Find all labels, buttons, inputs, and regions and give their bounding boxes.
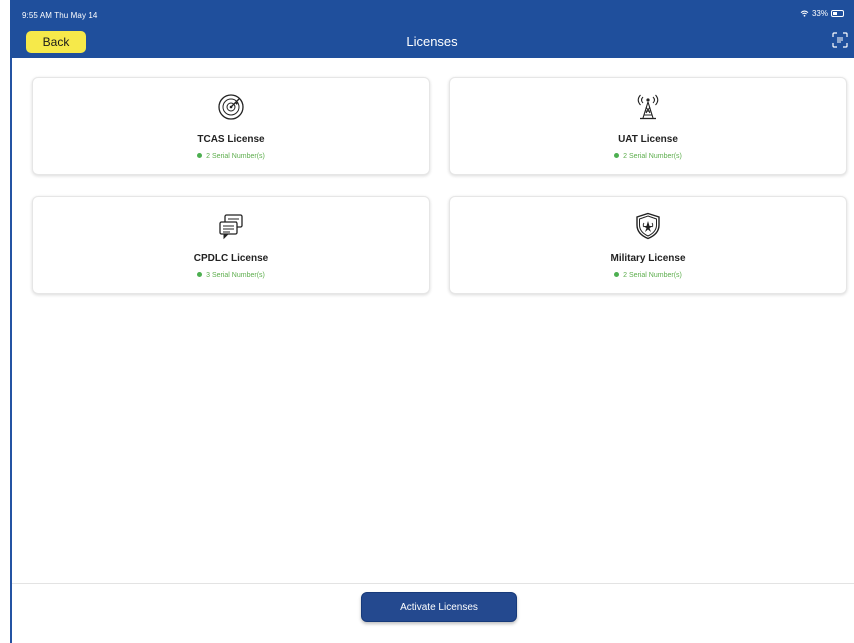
- battery-percent: 33%: [811, 9, 828, 18]
- status-dot: [197, 152, 203, 158]
- license-card-tcas[interactable]: TCAS License 2 Serial Number(s): [32, 77, 430, 175]
- license-title: UAT License: [618, 134, 678, 145]
- serial-count: 3 Serial Number(s): [33, 271, 429, 279]
- status-dot: [614, 271, 620, 277]
- serial-count: 2 Serial Number(s): [450, 271, 846, 279]
- status-dot: [197, 271, 203, 277]
- status-dot: [614, 152, 620, 158]
- serial-count-text: 2 Serial Number(s): [623, 272, 682, 279]
- status-time: 9:55 AM Thu May 14: [22, 11, 98, 20]
- message-datalink-icon: [219, 214, 243, 240]
- serial-count-text: 2 Serial Number(s): [206, 153, 265, 160]
- license-card-uat[interactable]: UAT License 2 Serial Number(s): [449, 77, 847, 175]
- serial-count: 2 Serial Number(s): [33, 152, 429, 160]
- license-title: Military License: [610, 253, 686, 264]
- license-title: CPDLC License: [193, 253, 269, 264]
- license-card-cpdlc[interactable]: CPDLC License 3 Serial Number(s): [32, 196, 430, 294]
- serial-count-text: 2 Serial Number(s): [623, 153, 682, 160]
- license-title: TCAS License: [197, 134, 265, 145]
- header-bar: 9:55 AM Thu May 14 33% Back Licenses: [10, 0, 854, 58]
- scan-icon[interactable]: [832, 32, 848, 48]
- radar-icon: [218, 94, 244, 120]
- military-shield-icon: [636, 212, 660, 240]
- wifi-icon: [800, 10, 809, 17]
- activate-licenses-button[interactable]: Activate Licenses: [361, 592, 517, 622]
- serial-count-text: 3 Serial Number(s): [206, 272, 265, 279]
- status-indicators: 33%: [800, 9, 844, 18]
- window-edge: [10, 0, 12, 643]
- antenna-tower-icon: [637, 94, 659, 120]
- serial-count: 2 Serial Number(s): [450, 152, 846, 160]
- license-card-military[interactable]: Military License 2 Serial Number(s): [449, 196, 847, 294]
- battery-icon: [831, 10, 844, 17]
- footer-divider: [12, 583, 854, 584]
- page-title: Licenses: [406, 34, 458, 49]
